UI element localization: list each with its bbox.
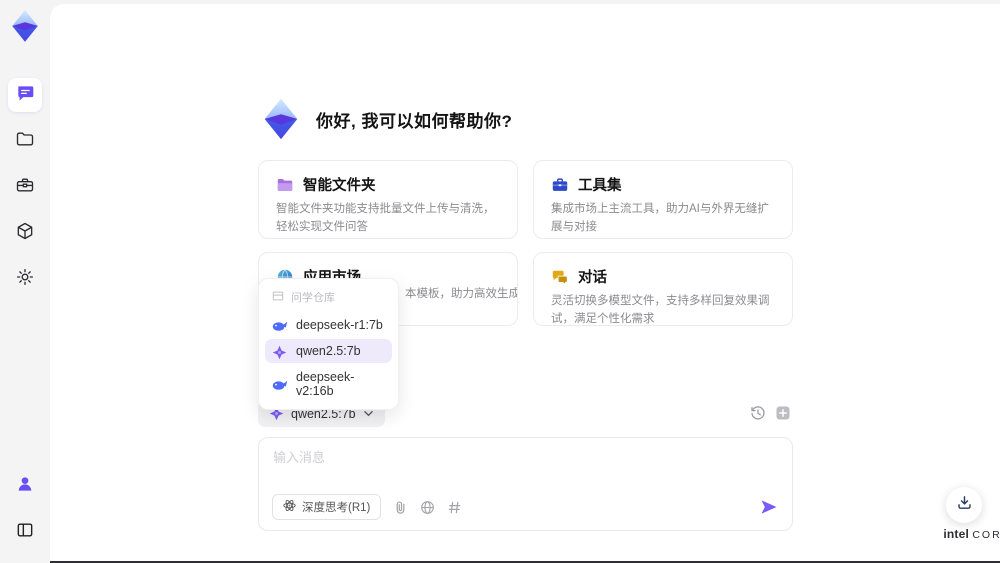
greeting-text: 你好, 我可以如何帮助你? [316,111,513,131]
hash-icon[interactable] [447,500,462,515]
download-button[interactable] [946,487,982,523]
sidebar-item-profile[interactable] [8,469,42,503]
gem-logo-icon [7,8,43,44]
model-option-label: qwen2.5:7b [296,344,361,358]
repo-icon [272,290,284,305]
intel-core-badge: intel CORE Ultra [922,527,1000,551]
whale-icon [272,319,288,332]
chat-gold-icon [551,268,569,286]
card-toolset[interactable]: 工具集 集成市场上主流工具，助力AI与外界无缝扩展与对接 [533,160,793,239]
model-dropdown-header-label: 问学仓库 [291,292,335,304]
model-option-label: deepseek-r1:7b [296,318,383,332]
whale-icon [272,378,288,391]
briefcase-blue-icon [551,176,569,194]
chat-icon [15,83,35,108]
gear-icon [15,267,35,292]
card-smart-folder[interactable]: 智能文件夹 智能文件夹功能支持批量文件上传与清洗，轻松实现文件问答 [258,160,518,239]
card-desc: 本模板，助力高效生成多 [405,288,517,300]
card-dialogue[interactable]: 对话 灵活切换多模型文件，支持多样回复效果调试，满足个性化需求 [533,252,793,326]
model-option-deepseek-r1[interactable]: deepseek-r1:7b [265,313,392,337]
download-icon [956,494,973,516]
composer: 深度思考(R1) [258,437,793,531]
user-icon [15,474,35,499]
card-desc: 智能文件夹功能支持批量文件上传与清洗，轻松实现文件问答 [276,203,495,233]
badge-tier: Ultra [922,542,1000,551]
model-dropdown-header: 问学仓库 [265,285,392,311]
card-title: 工具集 [578,178,622,194]
atom-icon [283,499,296,515]
intel-logo-text: intel [943,527,969,541]
deep-think-label: 深度思考(R1) [302,502,371,514]
model-option-deepseek-v2[interactable]: deepseek-v2:16b [265,365,392,403]
globe-icon[interactable] [420,500,435,515]
card-title: 智能文件夹 [303,178,376,194]
sidebar-item-models[interactable] [8,216,42,250]
history-icon[interactable] [750,405,766,421]
panel-icon [15,520,35,545]
model-option-qwen[interactable]: qwen2.5:7b [265,339,392,363]
card-desc: 灵活切换多模型文件，支持多样回复效果调试，满足个性化需求 [551,295,770,325]
qwen-icon [272,345,288,359]
toolbox-icon [15,175,35,200]
folder-icon [15,129,35,154]
sidebar-item-settings[interactable] [8,262,42,296]
card-desc: 集成市场上主流工具，助力AI与外界无缝扩展与对接 [551,203,769,233]
cube-icon [15,221,35,246]
model-dropdown: 问学仓库 deepseek-r1:7b qwen2.5:7b deepseek-… [258,278,399,410]
card-title: 对话 [578,270,607,286]
deep-think-button[interactable]: 深度思考(R1) [272,494,382,520]
sidebar-item-chat[interactable] [8,78,42,112]
model-option-label: deepseek-v2:16b [296,370,355,398]
paperclip-icon[interactable] [393,500,408,515]
core-logo-text: CORE [972,529,1000,541]
send-icon[interactable] [759,497,779,517]
new-chat-icon[interactable] [775,405,791,421]
greeting: 你好, 我可以如何帮助你? [258,96,512,142]
sidebar-item-toolbox[interactable] [8,170,42,204]
main-area: 你好, 我可以如何帮助你? 智能文件夹 智能文件夹功能支持批量文件上传与清洗，轻… [50,4,1000,561]
sidebar [0,0,50,563]
gem-logo-icon [258,96,304,142]
sidebar-collapse-button[interactable] [8,515,42,549]
sidebar-item-folders[interactable] [8,124,42,158]
folder-purple-icon [276,176,294,194]
message-input[interactable] [273,447,773,487]
